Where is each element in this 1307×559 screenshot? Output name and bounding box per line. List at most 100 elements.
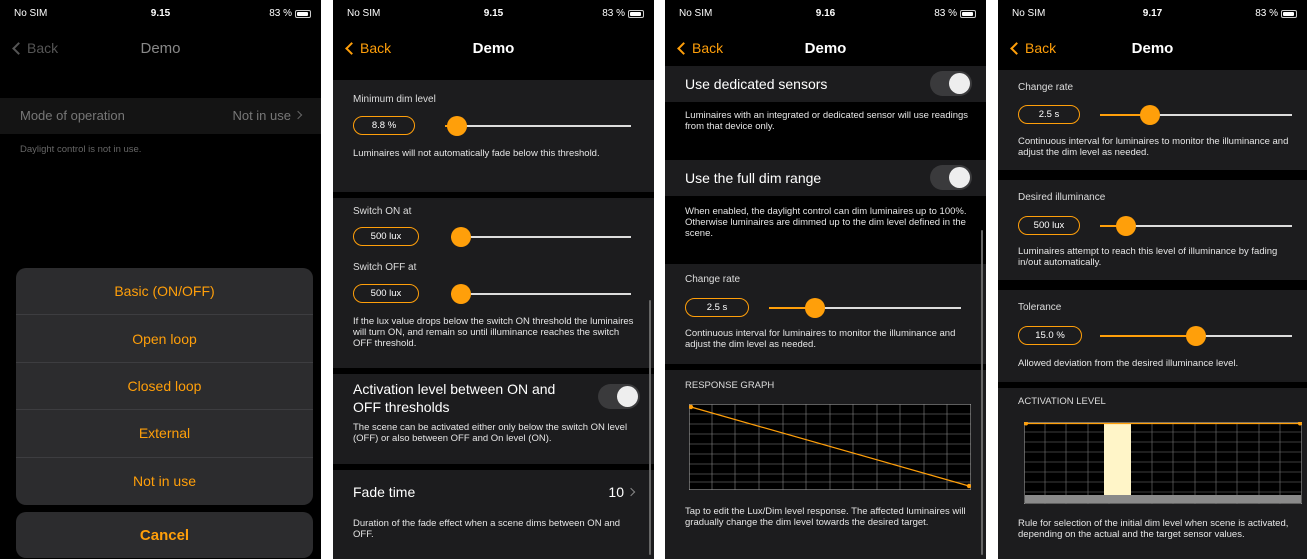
nav-bar: Back Demo <box>0 30 321 64</box>
slider-knob[interactable] <box>1186 326 1206 346</box>
mode-description: Daylight control is not in use. <box>20 144 142 155</box>
chevron-right-icon <box>626 487 636 497</box>
screen-basic-settings: No SIM 9.15 83 % Back Demo Minimum dim l… <box>333 0 654 559</box>
tolerance-label: Tolerance <box>1018 302 1062 313</box>
scrollbar[interactable] <box>649 300 651 555</box>
mode-label: Mode of operation <box>20 108 125 123</box>
desired-value[interactable]: 500 lux <box>1018 216 1080 235</box>
page-title: Demo <box>140 40 181 57</box>
full-dim-label: Use the full dim range <box>685 170 822 186</box>
fade-time-section: Fade time 10 Duration of the fade effect… <box>333 470 654 559</box>
status-bar: No SIM 9.15 83 % <box>333 0 654 26</box>
action-sheet: Basic (ON/OFF) Open loop Closed loop Ext… <box>16 268 313 505</box>
desired-description: Luminaires attempt to reach this level o… <box>1018 246 1278 268</box>
full-dim-description: When enabled, the daylight control can d… <box>685 206 967 239</box>
graph-description: Tap to edit the Lux/Dim level response. … <box>685 506 966 528</box>
min-dim-description: Luminaires will not automatically fade b… <box>353 148 600 159</box>
slider-knob[interactable] <box>451 284 471 304</box>
switch-on-label: Switch ON at <box>353 206 412 217</box>
tolerance-value[interactable]: 15.0 % <box>1018 326 1082 345</box>
full-dim-row: Use the full dim range <box>665 160 986 196</box>
change-rate-section: Change rate 2.5 s Continuous interval fo… <box>665 264 986 364</box>
activation-description: The scene can be activated either only b… <box>353 422 628 444</box>
screen-closed-loop-settings: No SIM 9.17 83 % Back Demo Change rate 2… <box>998 0 1307 559</box>
slider-knob[interactable] <box>805 298 825 318</box>
switch-on-slider[interactable] <box>451 227 631 247</box>
change-rate-slider[interactable] <box>1100 105 1292 125</box>
nav-bar: Back Demo <box>665 30 986 64</box>
page-title: Demo <box>472 40 515 57</box>
slider-knob[interactable] <box>1116 216 1136 236</box>
graph-point-end <box>966 483 971 489</box>
option-closed-loop[interactable]: Closed loop <box>16 363 313 411</box>
min-dim-label: Minimum dim level <box>353 94 436 105</box>
fade-label: Fade time <box>353 484 416 500</box>
min-dim-section: Minimum dim level 8.8 % Luminaires will … <box>333 80 654 192</box>
status-bar: No SIM 9.16 83 % <box>665 0 986 26</box>
battery-percent: 83 % <box>1255 8 1278 19</box>
nav-bar: Back Demo <box>333 30 654 64</box>
min-dim-value[interactable]: 8.8 % <box>353 116 415 135</box>
change-rate-value[interactable]: 2.5 s <box>1018 105 1080 124</box>
graph-header: RESPONSE GRAPH <box>685 380 775 391</box>
fade-description: Duration of the fade effect when a scene… <box>353 518 621 540</box>
switch-on-value[interactable]: 500 lux <box>353 227 419 246</box>
response-graph-section: RESPONSE GRAPH <box>665 370 986 559</box>
activation-floor <box>1025 495 1301 503</box>
activation-level-section: ACTIVATION LEVEL Rule for selection of t <box>998 388 1307 559</box>
slider-knob[interactable] <box>447 116 467 136</box>
battery-percent: 83 % <box>269 8 292 19</box>
status-bar: No SIM 9.15 83 % <box>0 0 321 26</box>
dedicated-toggle[interactable] <box>930 71 972 96</box>
desired-slider[interactable] <box>1100 216 1292 236</box>
scrollbar[interactable] <box>981 230 983 555</box>
option-external[interactable]: External <box>16 410 313 458</box>
full-dim-toggle[interactable] <box>930 165 972 190</box>
change-rate-section: Change rate 2.5 s Continuous interval fo… <box>998 70 1307 170</box>
change-rate-description: Continuous interval for luminaires to mo… <box>1018 136 1289 158</box>
activation-level-chart[interactable] <box>1024 422 1302 504</box>
activation-toggle[interactable] <box>598 384 640 409</box>
slider-knob[interactable] <box>1140 105 1160 125</box>
tolerance-slider[interactable] <box>1100 326 1292 346</box>
desired-label: Desired illuminance <box>1018 192 1106 203</box>
change-rate-slider[interactable] <box>769 298 961 318</box>
switch-off-slider[interactable] <box>451 284 631 304</box>
dedicated-label: Use dedicated sensors <box>685 76 828 92</box>
option-basic[interactable]: Basic (ON/OFF) <box>16 268 313 316</box>
mode-of-operation-row[interactable]: Mode of operation Not in use <box>0 98 321 134</box>
switch-description: If the lux value drops below the switch … <box>353 316 634 349</box>
dedicated-description: Luminaires with an integrated or dedicat… <box>685 110 969 132</box>
activation-section: Activation level between ON and OFF thre… <box>333 374 654 464</box>
battery-icon <box>1281 9 1297 18</box>
switch-off-value[interactable]: 500 lux <box>353 284 419 303</box>
min-dim-slider[interactable] <box>445 116 631 136</box>
chevron-right-icon <box>293 110 303 120</box>
change-rate-description: Continuous interval for luminaires to mo… <box>685 328 956 350</box>
battery-percent: 83 % <box>602 8 625 19</box>
change-rate-label: Change rate <box>685 274 741 285</box>
cancel-button[interactable]: Cancel <box>16 512 313 558</box>
battery-icon <box>628 9 644 18</box>
activation-description: Rule for selection of the initial dim le… <box>1018 518 1289 540</box>
switch-section: Switch ON at 500 lux Switch OFF at 500 l… <box>333 198 654 368</box>
dedicated-sensors-row: Use dedicated sensors <box>665 66 986 102</box>
slider-knob[interactable] <box>451 227 471 247</box>
status-bar: No SIM 9.17 83 % <box>998 0 1307 26</box>
battery-percent: 83 % <box>934 8 957 19</box>
battery-icon <box>960 9 976 18</box>
tolerance-section: Tolerance 15.0 % Allowed deviation from … <box>998 290 1307 382</box>
graph-point-start <box>689 404 694 410</box>
option-not-in-use[interactable]: Not in use <box>16 458 313 505</box>
option-open-loop[interactable]: Open loop <box>16 315 313 363</box>
change-rate-label: Change rate <box>1018 82 1074 93</box>
page-title: Demo <box>1131 40 1174 57</box>
activation-label: Activation level between ON and OFF thre… <box>353 381 556 415</box>
tolerance-description: Allowed deviation from the desired illum… <box>1018 358 1239 369</box>
change-rate-value[interactable]: 2.5 s <box>685 298 749 317</box>
response-graph[interactable] <box>689 404 971 490</box>
screen-mode-selection: No SIM 9.15 83 % Back Demo Mode of opera… <box>0 0 321 559</box>
fade-value[interactable]: 10 <box>608 484 624 500</box>
battery-icon <box>295 9 311 18</box>
activation-header: ACTIVATION LEVEL <box>1018 396 1106 407</box>
